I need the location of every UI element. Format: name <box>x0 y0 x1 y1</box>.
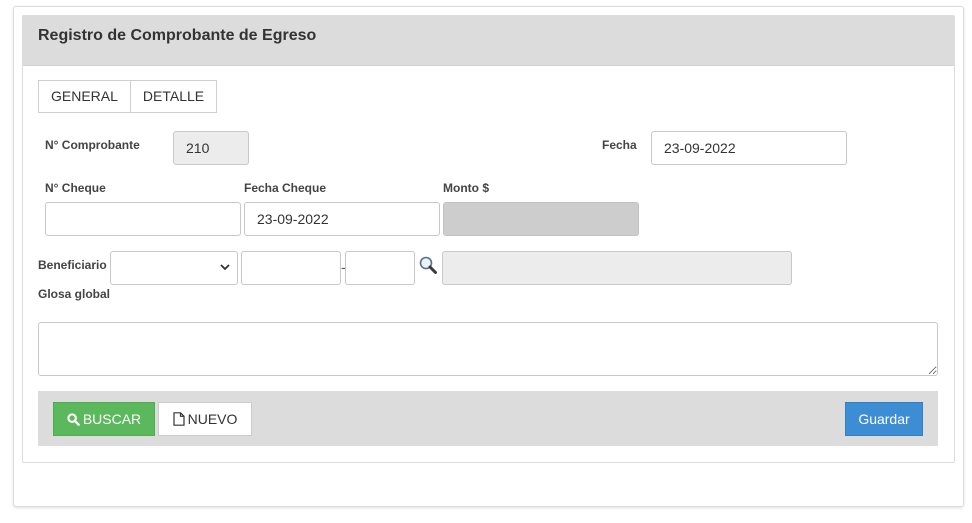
monto-label: Monto $ <box>443 181 489 195</box>
file-icon <box>172 412 185 426</box>
beneficiario-label: Beneficiario <box>38 258 107 272</box>
search-icon <box>67 412 80 426</box>
glosa-textarea[interactable] <box>38 322 938 376</box>
fecha-cheque-label: Fecha Cheque <box>244 181 327 195</box>
magnifier-icon[interactable] <box>418 255 438 275</box>
cheque-label: N° Cheque <box>45 181 106 195</box>
panel-header: Registro de Comprobante de Egreso <box>23 16 954 66</box>
fecha-label: Fecha <box>602 138 637 152</box>
page-title: Registro de Comprobante de Egreso <box>38 27 317 44</box>
tab-bar: GENERAL DETALLE <box>38 80 218 113</box>
cheque-field[interactable] <box>45 202 241 236</box>
fecha-field[interactable]: 23-09-2022 <box>651 131 847 165</box>
comprobante-field[interactable]: 210 <box>173 131 249 165</box>
nuevo-button-label: NUEVO <box>187 411 238 427</box>
guardar-button-label: Guardar <box>858 411 910 427</box>
rut-field[interactable] <box>241 251 341 285</box>
fecha-cheque-field[interactable]: 23-09-2022 <box>244 202 440 236</box>
chevron-down-icon <box>220 264 230 271</box>
comprobante-label: N° Comprobante <box>45 138 140 152</box>
tab-general[interactable]: GENERAL <box>38 80 131 113</box>
guardar-button[interactable]: Guardar <box>845 402 923 436</box>
nuevo-button[interactable]: NUEVO <box>158 402 252 436</box>
buscar-button-label: BUSCAR <box>82 411 142 427</box>
beneficiario-name-field[interactable] <box>442 251 792 285</box>
beneficiario-type-select[interactable] <box>110 251 238 285</box>
buscar-button[interactable]: BUSCAR <box>53 402 155 436</box>
monto-field[interactable] <box>443 202 639 236</box>
dv-field[interactable] <box>345 251 415 285</box>
glosa-label: Glosa global <box>38 287 111 301</box>
tab-detalle[interactable]: DETALLE <box>130 80 218 113</box>
